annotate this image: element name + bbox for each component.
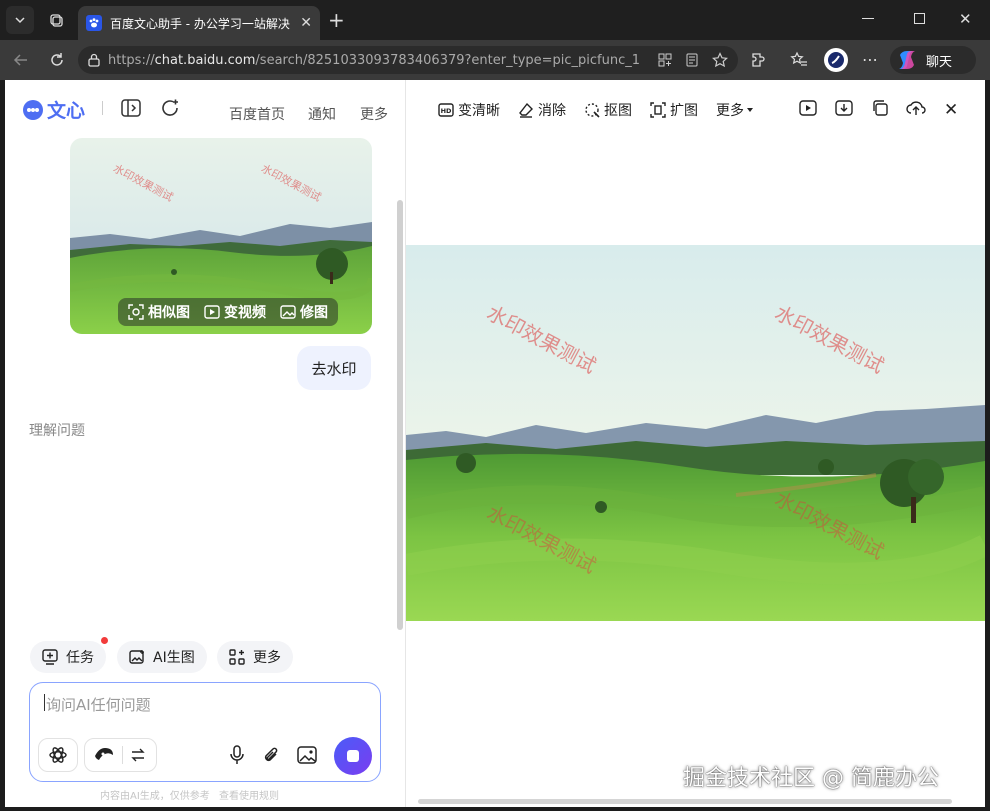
more-chip[interactable]: 更多	[217, 641, 293, 673]
nav-baidu-home[interactable]: 百度首页	[229, 104, 285, 124]
chat-input-placeholder[interactable]: 询问AI任何问题	[46, 694, 151, 715]
disclaimer: 内容由AI生成，仅供参考 查看使用规则	[100, 787, 279, 802]
model-switch-button[interactable]	[84, 738, 157, 772]
video-icon	[204, 305, 220, 319]
notification-dot	[101, 637, 108, 644]
extensions-icon[interactable]	[750, 51, 768, 69]
download-icon[interactable]	[835, 99, 853, 117]
image-upload-icon[interactable]	[297, 746, 317, 764]
workspaces-button[interactable]	[42, 6, 70, 34]
preview-scrollbar[interactable]	[418, 799, 952, 804]
tool-enhance[interactable]: HD 变清晰	[438, 100, 500, 120]
similar-image-button[interactable]: 相似图	[128, 302, 190, 322]
wenxin-logo-icon	[23, 99, 43, 120]
image-toolbar: HD 变清晰 消除 抠图 扩图 更多	[438, 100, 757, 120]
make-video-icon[interactable]	[799, 99, 817, 117]
agent-mode-button[interactable]	[38, 738, 78, 772]
disclaimer-text: 内容由AI生成，仅供参考	[100, 791, 210, 802]
close-window-icon[interactable]: ✕	[959, 10, 972, 28]
workspaces-icon	[50, 14, 63, 27]
status-text: 理解问题	[29, 423, 85, 439]
copilot-label: 聊天	[926, 54, 953, 70]
new-chat-icon[interactable]	[160, 98, 180, 118]
favorite-star-icon[interactable]	[712, 52, 728, 68]
favorites-icon[interactable]	[790, 51, 808, 69]
stop-generation-button[interactable]	[334, 737, 372, 775]
url-path: /search/8251033093783406379?enter_type=p…	[255, 52, 641, 68]
image-action-bar: 相似图 变视频 修图	[118, 298, 338, 326]
wenxin-logo[interactable]: 文心	[22, 96, 85, 123]
expand-icon	[650, 102, 666, 118]
user-message-text: 去水印	[311, 359, 357, 378]
page-watermark: 掘金技术社区 @ 简鹿办公	[683, 766, 939, 791]
atom-icon	[49, 747, 67, 763]
scan-icon	[128, 304, 144, 320]
task-chip[interactable]: 任务	[30, 641, 106, 673]
preview-image[interactable]: 水印效果测试 水印效果测试 水印效果测试 水印效果测试	[406, 245, 985, 621]
maximize-icon[interactable]	[914, 13, 925, 24]
tab-list-button[interactable]	[6, 6, 34, 34]
nav-more[interactable]: 更多	[360, 104, 388, 124]
url-host: chat.baidu.com	[154, 52, 256, 68]
minimize-icon[interactable]	[862, 18, 874, 19]
ai-image-icon	[129, 650, 144, 664]
reader-icon[interactable]	[686, 53, 698, 67]
chat-scrollbar[interactable]	[397, 200, 403, 630]
refresh-icon[interactable]	[48, 51, 66, 69]
uploaded-image[interactable]: 水印效果测试 水印效果测试 相似图 变视频 修图	[70, 138, 372, 334]
tool-expand[interactable]: 扩图	[650, 100, 698, 120]
sidebar-toggle-icon[interactable]	[121, 99, 141, 117]
close-tab-icon[interactable]: ✕	[300, 15, 312, 31]
close-preview-icon[interactable]: ✕	[944, 100, 958, 120]
copilot-button[interactable]: 聊天	[890, 46, 976, 74]
usage-rules-link[interactable]: 查看使用规则	[219, 791, 279, 802]
app-grid-icon[interactable]	[658, 53, 672, 67]
lock-icon	[88, 53, 100, 67]
copilot-icon	[899, 51, 915, 69]
image-edit-icon	[280, 305, 296, 319]
stop-icon	[347, 750, 359, 762]
text-caret	[44, 694, 45, 711]
microphone-icon[interactable]	[229, 745, 245, 765]
attachment-icon[interactable]	[262, 745, 280, 765]
tab-active[interactable]: 百度文心助手 - 办公学习一站解决 ✕	[78, 6, 320, 40]
profile-avatar[interactable]	[824, 48, 848, 72]
tool-more[interactable]: 更多	[716, 100, 757, 120]
baidu-paw-icon	[86, 15, 102, 31]
user-message-bubble: 去水印	[297, 346, 371, 390]
ai-image-chip[interactable]: AI生图	[117, 641, 207, 673]
back-icon[interactable]	[12, 51, 30, 69]
swap-icon	[131, 748, 145, 762]
share-icon[interactable]	[906, 99, 926, 117]
copy-icon[interactable]	[871, 99, 889, 117]
new-tab-icon[interactable]: +	[328, 8, 345, 32]
hd-icon: HD	[438, 103, 454, 117]
tab-title: 百度文心助手 - 办公学习一站解决	[109, 16, 290, 31]
url-prefix: https://	[108, 52, 155, 68]
cutout-icon	[585, 103, 600, 118]
edit-image-button[interactable]: 修图	[280, 302, 328, 322]
eraser-icon	[519, 102, 533, 118]
svg-text:HD: HD	[441, 107, 452, 115]
chevron-down-icon	[15, 17, 25, 24]
more-menu-icon[interactable]: ⋯	[862, 50, 878, 69]
caret-down-icon	[747, 108, 753, 112]
nav-notifications[interactable]: 通知	[308, 104, 336, 124]
tool-cutout[interactable]: 抠图	[584, 100, 632, 120]
task-icon	[42, 649, 58, 665]
url-field[interactable]: https://chat.baidu.com/search/8251033093…	[78, 46, 738, 74]
tool-erase[interactable]: 消除	[518, 100, 566, 120]
to-video-button[interactable]: 变视频	[204, 302, 266, 322]
model-logo-icon	[95, 748, 113, 760]
header-divider	[102, 101, 103, 115]
brand-name: 文心	[47, 100, 86, 122]
apps-plus-icon	[229, 649, 245, 665]
